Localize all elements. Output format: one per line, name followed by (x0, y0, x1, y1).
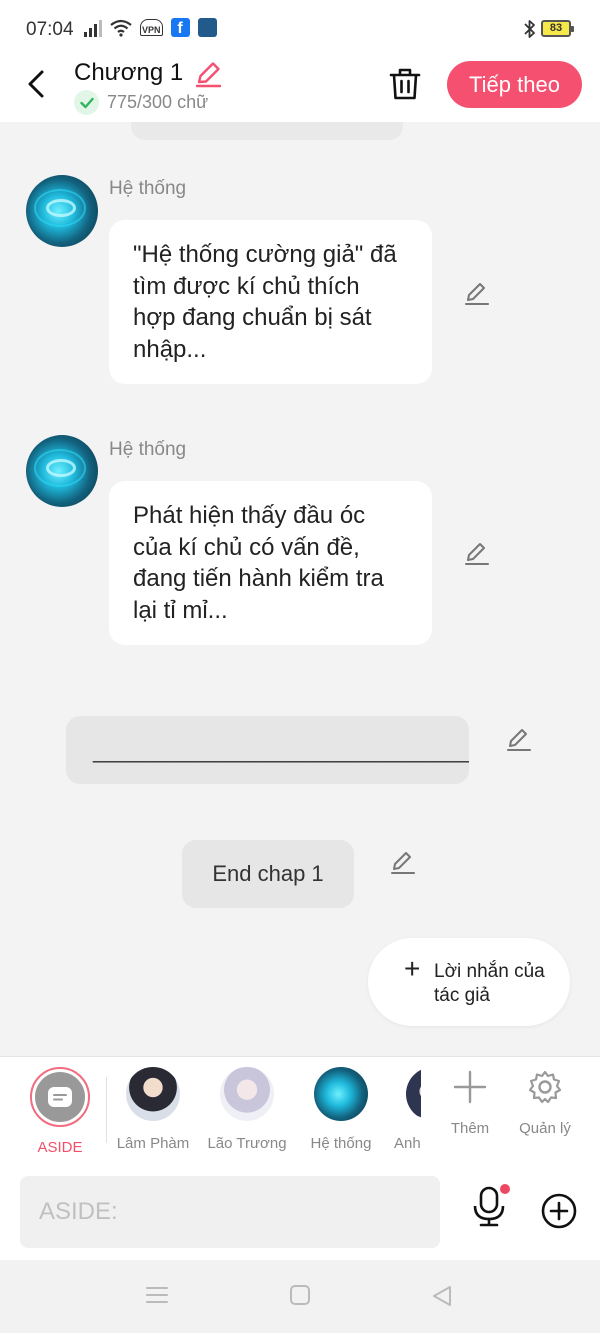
character-lam-pham[interactable]: Lâm Phàm (113, 1067, 193, 1152)
status-time: 07:04 (26, 19, 74, 40)
input-row (0, 1164, 600, 1260)
message-bubble-partial[interactable] (131, 122, 403, 140)
character-label: ASIDE (37, 1139, 83, 1156)
home-nav-icon[interactable] (289, 1284, 311, 1306)
plus-icon (453, 1070, 487, 1104)
edit-aside-icon[interactable] (505, 726, 533, 754)
character-label: Hệ thống (310, 1135, 372, 1152)
message-bubble[interactable]: "Hệ thống cường giả" đã tìm được kí chủ … (109, 220, 432, 384)
message-bubble[interactable]: Phát hiện thấy đầu óc của kí chủ có vấn … (109, 481, 432, 645)
chat-area[interactable]: Hệ thống "Hệ thống cường giả" đã tìm đượ… (0, 122, 600, 1056)
more-characters-button[interactable]: Thêm (435, 1069, 505, 1137)
avatar (220, 1067, 274, 1121)
plus-icon: + (404, 953, 421, 984)
message-input[interactable] (20, 1176, 440, 1248)
edit-end-icon[interactable] (389, 849, 417, 877)
word-count-text: 775/300 chữ (107, 92, 209, 112)
add-circle-icon[interactable] (540, 1192, 578, 1230)
chapter-title: Chương 1 (74, 59, 184, 86)
avatar (314, 1067, 368, 1121)
chapter-header: Chương 1 775/300 chữ Tiếp theo (0, 56, 600, 122)
system-nav-bar (0, 1260, 600, 1333)
avatar (406, 1067, 421, 1121)
sender-name: Hệ thống (109, 439, 187, 460)
character-bar: ASIDE Lâm Phàm Lão Trương Hệ thống Anh T… (0, 1056, 600, 1164)
back-nav-icon[interactable] (430, 1284, 454, 1308)
manage-button[interactable]: Quản lý (510, 1069, 580, 1137)
character-label: Lâm Phàm (116, 1135, 190, 1152)
avatar[interactable] (26, 175, 98, 247)
more-label: Thêm (450, 1120, 490, 1137)
trash-icon[interactable] (388, 66, 422, 102)
character-lao-truong[interactable]: Lão Trương (206, 1067, 288, 1152)
check-icon (74, 90, 99, 115)
character-label: Anh (394, 1135, 421, 1152)
sender-name: Hệ thống (109, 178, 187, 199)
next-button[interactable]: Tiếp theo (447, 61, 582, 108)
divider (106, 1077, 107, 1143)
author-note-label: Lời nhắn của tác giả (434, 961, 545, 1006)
notification-dot (500, 1184, 510, 1194)
battery-icon: 83 (541, 20, 574, 37)
aside-message-bubble[interactable]: ________________________________ (66, 716, 469, 784)
avatar[interactable] (26, 435, 98, 507)
word-count: 775/300 chữ (74, 90, 208, 115)
end-chapter-bubble[interactable]: End chap 1 (182, 840, 354, 908)
character-label: Lão Trương (207, 1135, 287, 1152)
manage-label: Quản lý (519, 1120, 571, 1137)
author-note-button[interactable]: + Lời nhắn của tác giả (368, 938, 570, 1026)
status-icons: VPN f (84, 18, 217, 37)
menu-nav-icon[interactable] (145, 1284, 169, 1306)
gear-icon (528, 1070, 562, 1104)
vpn-icon: VPN (140, 19, 163, 36)
character-aside[interactable]: ASIDE (30, 1067, 90, 1156)
app-icon (197, 18, 217, 37)
wifi-icon (110, 19, 132, 37)
status-bar: 07:04 VPN f 83 (0, 0, 600, 56)
avatar (126, 1067, 180, 1121)
edit-message-icon[interactable] (463, 540, 491, 568)
back-arrow-icon[interactable] (22, 64, 52, 100)
edit-message-icon[interactable] (463, 280, 491, 308)
aside-icon (35, 1072, 85, 1122)
signal-icon (84, 19, 102, 37)
character-he-thong[interactable]: Hệ thống (306, 1067, 376, 1152)
character-anh[interactable]: Anh (394, 1067, 421, 1152)
bluetooth-icon (524, 20, 535, 38)
edit-title-icon[interactable] (192, 58, 224, 90)
facebook-icon: f (170, 18, 190, 37)
